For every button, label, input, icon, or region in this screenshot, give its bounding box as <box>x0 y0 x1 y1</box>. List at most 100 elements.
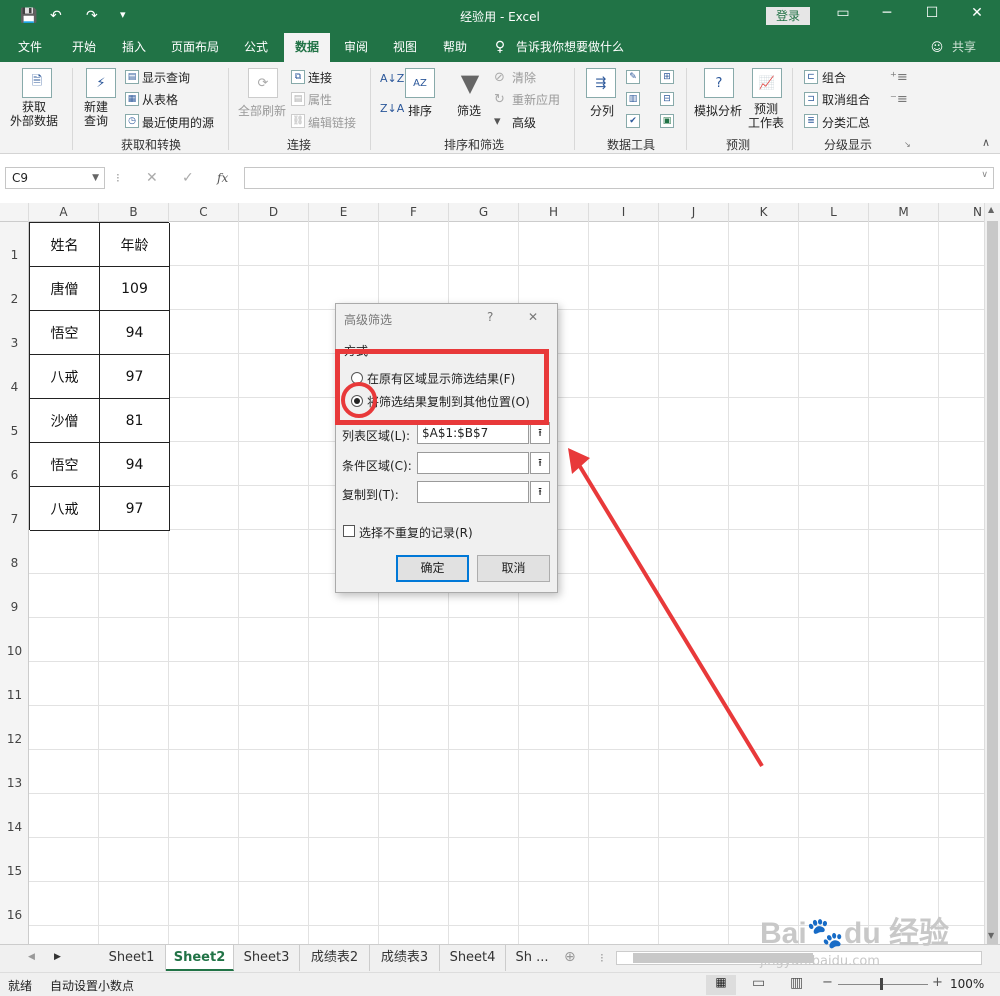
table-cell[interactable]: 悟空 <box>30 443 100 487</box>
tab-view[interactable]: 视图 <box>383 33 427 62</box>
sheet-tab[interactable]: Sheet3 <box>234 945 300 971</box>
what-if-icon[interactable]: ? <box>704 68 734 98</box>
new-query-icon[interactable]: ⚡ <box>86 68 116 98</box>
from-table-button[interactable]: 从表格 <box>142 91 178 108</box>
manage-data-model-icon[interactable]: ▣ <box>660 114 674 128</box>
sort-az-icon[interactable]: A↓Z <box>380 72 404 85</box>
criteria-range-input[interactable] <box>417 452 529 474</box>
advanced-button[interactable]: 高级 <box>512 114 536 131</box>
row-header[interactable]: 16 <box>0 908 29 922</box>
tab-insert[interactable]: 插入 <box>112 33 156 62</box>
tab-help[interactable]: 帮助 <box>433 33 477 62</box>
filter-icon[interactable]: ▼ <box>455 68 485 98</box>
table-cell[interactable]: 97 <box>100 487 170 531</box>
row-header[interactable]: 6 <box>0 468 29 482</box>
column-header[interactable]: E <box>309 203 379 222</box>
row-header[interactable]: 7 <box>0 512 29 526</box>
sheet-tab-overflow[interactable]: Sh ... <box>506 945 558 971</box>
sheet-tab-active[interactable]: Sheet2 <box>166 945 234 971</box>
relationships-icon[interactable]: ⊟ <box>660 92 674 106</box>
scroll-thumb[interactable] <box>987 221 998 991</box>
share-button[interactable]: 共享 <box>948 33 980 62</box>
ok-button[interactable]: 确定 <box>396 555 469 582</box>
hide-detail-icon[interactable]: ⁻≡ <box>890 92 908 107</box>
collapse-dialog-icon[interactable]: ⭱ <box>530 481 550 503</box>
text-to-columns-button[interactable]: 分列 <box>590 102 614 119</box>
sheet-tab[interactable]: Sheet4 <box>440 945 506 971</box>
table-cell[interactable]: 94 <box>100 443 170 487</box>
insert-function-icon[interactable]: fx <box>217 171 228 185</box>
collapse-dialog-icon[interactable]: ⭱ <box>530 422 550 444</box>
copy-to-input[interactable] <box>417 481 529 503</box>
row-header[interactable]: 12 <box>0 732 29 746</box>
tab-home[interactable]: 开始 <box>62 33 106 62</box>
table-cell[interactable]: 109 <box>100 267 170 311</box>
row-header[interactable]: 14 <box>0 820 29 834</box>
add-sheet-icon[interactable]: ⊕ <box>564 949 576 965</box>
page-break-view-icon[interactable]: ▥ <box>790 975 803 991</box>
column-header[interactable]: F <box>379 203 449 222</box>
edit-links-button[interactable]: 编辑链接 <box>308 114 356 131</box>
data-validation-icon[interactable]: ✔ <box>626 114 640 128</box>
new-query-button[interactable]: 新建 查询 <box>84 100 108 128</box>
table-cell[interactable]: 悟空 <box>30 311 100 355</box>
connections-button[interactable]: 连接 <box>308 69 332 86</box>
column-header[interactable]: N <box>939 203 985 222</box>
tab-review[interactable]: 审阅 <box>334 33 378 62</box>
list-range-input[interactable]: $A$1:$B$7 <box>417 422 529 444</box>
scroll-left-icon[interactable]: ◀ <box>28 952 35 962</box>
refresh-all-button[interactable]: 全部刷新 <box>238 102 286 119</box>
formula-input[interactable]: ∨ <box>244 167 994 189</box>
normal-view-icon[interactable]: ▦ <box>706 975 736 995</box>
table-cell[interactable]: 唐僧 <box>30 267 100 311</box>
help-icon[interactable]: ? <box>487 310 493 324</box>
filter-button[interactable]: 筛选 <box>457 102 481 119</box>
cancel-button[interactable]: 取消 <box>477 555 550 582</box>
table-header-cell[interactable]: 年龄 <box>100 223 170 267</box>
consolidate-icon[interactable]: ⊞ <box>660 70 674 84</box>
table-cell[interactable]: 八戒 <box>30 355 100 399</box>
login-button[interactable]: 登录 <box>766 7 810 25</box>
sort-icon[interactable]: AZ <box>405 68 435 98</box>
refresh-all-icon[interactable]: ⟳ <box>248 68 278 98</box>
sort-za-icon[interactable]: Z↓A <box>380 102 404 115</box>
column-header[interactable]: K <box>729 203 799 222</box>
tab-data[interactable]: 数据 <box>284 33 330 62</box>
external-data-icon[interactable]: 🗎 <box>22 68 52 98</box>
minimize-button[interactable]: ─ <box>872 5 902 21</box>
reapply-button[interactable]: 重新应用 <box>512 91 560 108</box>
close-button[interactable]: ✕ <box>962 5 992 21</box>
vertical-scrollbar[interactable]: ▲ ▼ <box>984 203 1000 991</box>
show-detail-icon[interactable]: ⁺≡ <box>890 70 908 85</box>
column-header[interactable]: I <box>589 203 659 222</box>
scroll-up-icon[interactable]: ▲ <box>988 205 994 214</box>
tell-me-search[interactable]: 告诉我你想要做什么 <box>516 33 632 62</box>
row-header[interactable]: 13 <box>0 776 29 790</box>
flash-fill-icon[interactable]: ✎ <box>626 70 640 84</box>
select-all-corner[interactable] <box>0 203 29 222</box>
column-header[interactable]: M <box>869 203 939 222</box>
row-header[interactable]: 15 <box>0 864 29 878</box>
column-header[interactable]: B <box>99 203 169 222</box>
what-if-button[interactable]: 模拟分析 <box>694 102 742 119</box>
table-cell[interactable]: 沙僧 <box>30 399 100 443</box>
row-header[interactable]: 8 <box>0 556 29 570</box>
row-header[interactable]: 3 <box>0 336 29 350</box>
collapse-ribbon-icon[interactable]: ∧ <box>982 136 990 149</box>
table-cell[interactable]: 八戒 <box>30 487 100 531</box>
row-header[interactable]: 1 <box>0 248 29 262</box>
table-cell[interactable]: 97 <box>100 355 170 399</box>
row-header[interactable]: 4 <box>0 380 29 394</box>
row-header[interactable]: 5 <box>0 424 29 438</box>
page-layout-view-icon[interactable]: ▭ <box>752 975 765 991</box>
zoom-slider[interactable] <box>838 984 928 985</box>
zoom-level[interactable]: 100% <box>950 977 984 991</box>
table-cell[interactable]: 81 <box>100 399 170 443</box>
cancel-entry-icon[interactable]: ✕ <box>146 170 158 186</box>
table-header-cell[interactable]: 姓名 <box>30 223 100 267</box>
collapse-dialog-icon[interactable]: ⭱ <box>530 452 550 474</box>
properties-button[interactable]: 属性 <box>308 91 332 108</box>
unique-records-checkbox[interactable] <box>343 525 355 537</box>
splitter-icon[interactable]: ⁝ <box>600 951 604 965</box>
text-to-columns-icon[interactable]: ⇶ <box>586 68 616 98</box>
